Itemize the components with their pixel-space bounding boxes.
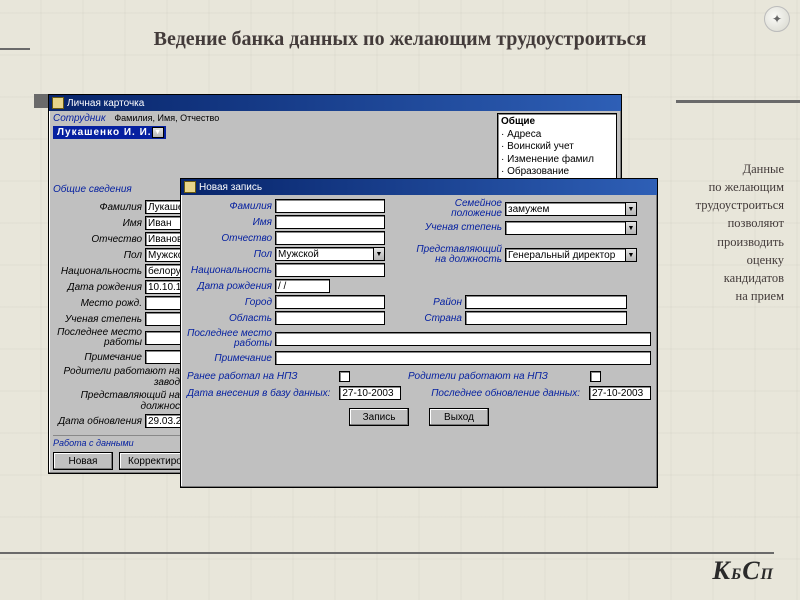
checkbox-worked-npz[interactable] xyxy=(339,371,350,382)
employee-value: Лукашенко И. И. xyxy=(55,127,152,138)
logo-letter: К xyxy=(712,556,731,585)
app-icon xyxy=(184,181,196,193)
sections-list[interactable]: Общие · Адреса · Воинский учет · Изменен… xyxy=(497,113,617,183)
input-country[interactable] xyxy=(465,311,627,325)
label-name: Имя xyxy=(187,217,275,228)
caption-line: кандидатов xyxy=(674,269,784,287)
list-item[interactable]: · Воинский учет xyxy=(501,141,613,154)
dropdown-button[interactable]: ▼ xyxy=(373,247,385,261)
group-employee: Сотрудник xyxy=(53,113,106,124)
checkbox-parents-npz[interactable] xyxy=(590,371,601,382)
dropdown-button[interactable]: ▼ xyxy=(625,202,637,216)
label-sex: Пол xyxy=(53,250,145,261)
label-note: Примечание xyxy=(53,352,145,363)
label-nationality: Национальность xyxy=(187,265,275,276)
exit-button[interactable]: Выход xyxy=(429,408,489,426)
logo-letter: С xyxy=(742,556,760,585)
titlebar[interactable]: Личная карточка xyxy=(49,95,621,111)
label-date-updated: Последнее обновление данных: xyxy=(431,388,583,399)
slide-caption: Данные по желающим трудоустроиться позво… xyxy=(674,160,784,305)
caption-line: на прием xyxy=(674,287,784,305)
input-degree[interactable] xyxy=(505,221,625,235)
list-item[interactable]: · Адреса xyxy=(501,129,613,142)
label-degree: Ученая степень xyxy=(415,223,505,233)
caption-line: производить xyxy=(674,233,784,251)
label-sex: Пол xyxy=(187,249,275,260)
label-lastjob: Последнее место работы xyxy=(187,329,275,349)
label-parents: Родители работают на завод xyxy=(53,366,183,388)
list-item[interactable]: · Образование xyxy=(501,166,613,179)
label-chk2: Родители работают на НПЗ xyxy=(408,371,551,382)
label-district: Район xyxy=(415,297,465,308)
tab-data[interactable]: Работа с данными xyxy=(53,438,134,448)
logo-letter: П xyxy=(761,566,774,583)
label-patronymic: Отчество xyxy=(53,234,145,245)
input-nationality[interactable] xyxy=(275,263,385,277)
employee-dropdown-button[interactable]: ▼ xyxy=(152,127,164,138)
label-surname: Фамилия xyxy=(53,202,145,213)
titlebar[interactable]: Новая запись xyxy=(181,179,657,195)
window-new-record: Новая запись Фамилия Имя Отчество Пол Му… xyxy=(180,178,658,488)
input-position[interactable]: Генеральный директор xyxy=(505,248,625,262)
list-item[interactable]: Общие xyxy=(501,116,613,129)
caption-line: Данные xyxy=(674,160,784,178)
input-dob[interactable]: / / xyxy=(275,279,330,293)
label-country: Страна xyxy=(415,313,465,324)
label-note: Примечание xyxy=(187,353,275,364)
dropdown-button[interactable]: ▼ xyxy=(625,221,637,235)
label-position: Представляющий на должность xyxy=(415,245,505,265)
save-button[interactable]: Запись xyxy=(349,408,409,426)
input-city[interactable] xyxy=(275,295,385,309)
label-chk1: Ранее работал на НПЗ xyxy=(187,371,300,382)
label-updated: Дата обновления xyxy=(53,416,145,427)
caption-line: оценку xyxy=(674,251,784,269)
label-marital: Семейное положение xyxy=(415,199,505,219)
window-title: Новая запись xyxy=(199,182,262,193)
footer-logo: КБСП xyxy=(678,552,774,586)
label-degree: Ученая степень xyxy=(53,314,145,325)
caption-line: по желающим xyxy=(674,178,784,196)
input-lastjob[interactable] xyxy=(275,332,651,346)
label-birthplace: Место рожд. xyxy=(53,298,145,309)
label-city: Город xyxy=(187,297,275,308)
app-icon xyxy=(52,97,64,109)
logo-letter: Б xyxy=(731,566,742,583)
input-note[interactable] xyxy=(275,351,651,365)
label-nationality: Национальность xyxy=(53,266,145,277)
input-district[interactable] xyxy=(465,295,627,309)
input-patronymic[interactable] xyxy=(275,231,385,245)
label-region: Область xyxy=(187,313,275,324)
page-title: Ведение банка данных по желающим трудоус… xyxy=(0,28,800,51)
footer-line xyxy=(0,552,700,554)
caption-line: позволяют xyxy=(674,214,784,232)
label-position: Представляющий на должнос xyxy=(53,390,183,412)
label-patronymic: Отчество xyxy=(187,233,275,244)
label-surname: Фамилия xyxy=(187,201,275,212)
accent-line xyxy=(676,100,800,103)
label-dob: Дата рождения xyxy=(53,282,145,293)
caption-line: трудоустроиться xyxy=(674,196,784,214)
input-surname[interactable] xyxy=(275,199,385,213)
corner-logo-icon: ✦ xyxy=(764,6,790,32)
label-date-entered: Дата внесения в базу данных: xyxy=(187,388,333,399)
label-dob: Дата рождения xyxy=(187,281,275,292)
list-item[interactable]: · Изменение фамил xyxy=(501,154,613,167)
label-lastjob: Последнее место работы xyxy=(53,328,145,348)
input-region[interactable] xyxy=(275,311,385,325)
input-date-updated[interactable]: 27-10-2003 xyxy=(589,386,651,400)
window-title: Личная карточка xyxy=(67,98,144,109)
label-name: Имя xyxy=(53,218,145,229)
input-marital[interactable]: замужем xyxy=(505,202,625,216)
input-date-entered[interactable]: 27-10-2003 xyxy=(339,386,401,400)
accent-block xyxy=(34,94,48,108)
new-button[interactable]: Новая xyxy=(53,452,113,470)
input-sex[interactable]: Мужской xyxy=(275,247,373,261)
employee-fio-label: Фамилия, Имя, Отчество xyxy=(114,113,219,123)
dropdown-button[interactable]: ▼ xyxy=(625,248,637,262)
input-name[interactable] xyxy=(275,215,385,229)
